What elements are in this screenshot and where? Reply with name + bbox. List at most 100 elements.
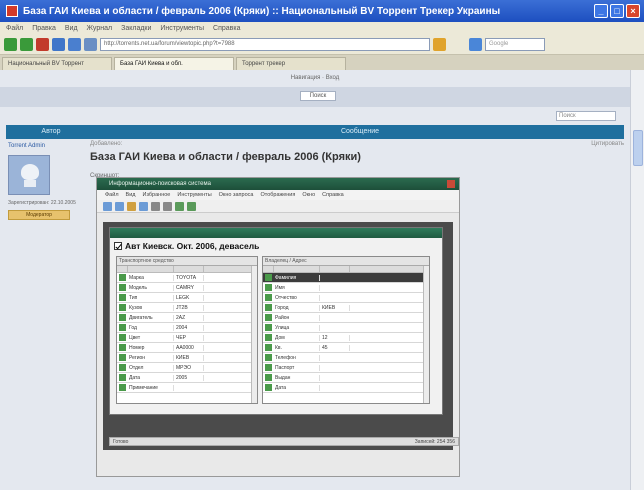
app-status-bar: Готово Записей: 254 356 bbox=[109, 437, 459, 446]
app-title: Информационно-поисковая система bbox=[109, 181, 211, 187]
row-name: Тип bbox=[128, 294, 174, 301]
browser-title-bar: База ГАИ Киева и области / февраль 2006 … bbox=[0, 0, 644, 22]
row-icon bbox=[119, 314, 126, 321]
app-menu-bar: Файл Вид Избранное Инструменты Окно запроса О… bbox=[97, 190, 459, 200]
row-value: ЧЕР bbox=[174, 334, 204, 341]
minimize-button[interactable]: _ bbox=[594, 4, 608, 18]
checkmark-icon bbox=[114, 242, 122, 250]
close-button[interactable]: × bbox=[626, 4, 640, 18]
embedded-screenshot[interactable]: Информационно-поисковая система Файл Вид И… bbox=[96, 177, 460, 477]
home-icon[interactable] bbox=[68, 38, 81, 51]
forward-arrow-icon[interactable] bbox=[20, 38, 33, 51]
menu-item[interactable]: Журнал bbox=[87, 25, 113, 32]
row-value: JT2B bbox=[174, 304, 204, 311]
app-status-left: Готово bbox=[113, 439, 129, 445]
row-icon bbox=[265, 314, 272, 321]
table-row: Улица bbox=[263, 323, 429, 333]
app-inner-window: Авт Киевск. Окт. 2006, девасель Транспор… bbox=[109, 227, 443, 415]
row-name: Модель bbox=[128, 284, 174, 291]
app-toolbar bbox=[97, 200, 459, 213]
menu-item[interactable]: Файл bbox=[6, 25, 23, 32]
row-name: Имя bbox=[274, 284, 320, 291]
row-name: Выдан bbox=[274, 374, 320, 381]
message-column-header: Сообщение bbox=[340, 128, 380, 135]
maximize-button[interactable]: □ bbox=[610, 4, 624, 18]
page-scrollbar-thumb[interactable] bbox=[633, 130, 643, 166]
row-icon bbox=[265, 354, 272, 361]
table-row: Двигатель 2AZ bbox=[117, 313, 257, 323]
back-arrow-icon[interactable] bbox=[4, 38, 17, 51]
row-icon bbox=[119, 324, 126, 331]
browser-tab[interactable]: Торрент трекер bbox=[236, 57, 346, 70]
row-value: LEGK bbox=[174, 294, 204, 301]
table-row: Город КИЕВ bbox=[263, 303, 429, 313]
row-icon bbox=[265, 274, 272, 281]
author-meta: Зарегистрирован: 22.10.2005 bbox=[8, 200, 76, 206]
browser-tab[interactable]: Национальный BV Торрент bbox=[2, 57, 112, 70]
stop-icon[interactable] bbox=[36, 38, 49, 51]
table-row: Телефон bbox=[263, 353, 429, 363]
forum-post: Torrent Admin Зарегистрирован: 22.10.200… bbox=[0, 139, 630, 484]
app-menu-item: Файл bbox=[105, 192, 119, 198]
window-title: База ГАИ Киева и области / февраль 2006 … bbox=[23, 5, 501, 17]
row-icon bbox=[119, 304, 126, 311]
row-name: Телефон bbox=[274, 354, 320, 361]
table-row: Кв. 45 bbox=[263, 343, 429, 353]
table-row: Год 2004 bbox=[117, 323, 257, 333]
app-workspace: Авт Киевск. Окт. 2006, девасель Транспор… bbox=[103, 222, 459, 450]
bookmark-icon[interactable] bbox=[84, 38, 97, 51]
go-icon[interactable] bbox=[433, 38, 446, 51]
post-author-name[interactable]: Torrent Admin bbox=[8, 143, 78, 149]
menu-item[interactable]: Вид bbox=[65, 25, 78, 32]
row-icon bbox=[265, 324, 272, 331]
page-scrollbar[interactable] bbox=[630, 70, 644, 490]
menu-item[interactable]: Справка bbox=[213, 25, 240, 32]
row-icon bbox=[119, 274, 126, 281]
table-row: Цвет ЧЕР bbox=[117, 333, 257, 343]
post-date-label: Добавлено: bbox=[90, 141, 123, 147]
app-menu-item: Инструменты bbox=[177, 192, 212, 198]
menu-item[interactable]: Правка bbox=[32, 25, 56, 32]
forum-header-button[interactable]: Поиск bbox=[300, 91, 336, 101]
table-row: Отдел МРЭО bbox=[117, 363, 257, 373]
app-title-bar: Информационно-поисковая система bbox=[97, 178, 459, 190]
owner-panel-scrollbar[interactable] bbox=[423, 266, 429, 403]
row-icon bbox=[119, 334, 126, 341]
author-column-header: Автор bbox=[41, 128, 61, 135]
row-name: Паспорт bbox=[274, 364, 320, 371]
row-icon bbox=[265, 374, 272, 381]
browser-tab[interactable]: База ГАИ Киева и обл. bbox=[114, 57, 234, 70]
address-bar[interactable]: http://torrents.net.ua/forum/viewtopic.p… bbox=[100, 38, 430, 51]
app-menu-item: Окно запроса bbox=[218, 192, 254, 198]
row-icon bbox=[265, 294, 272, 301]
post-meta-row: Добавлено: Цитировать bbox=[90, 141, 626, 147]
table-row: Отчество bbox=[263, 293, 429, 303]
app-open-icon bbox=[103, 201, 112, 211]
post-title: База ГАИ Киева и области / февраль 2006 … bbox=[90, 151, 361, 163]
app-menu-item: Окно bbox=[302, 192, 316, 198]
table-row: Дата 2005 bbox=[117, 373, 257, 383]
table-row: Примечание bbox=[117, 383, 257, 393]
row-value: 2004 bbox=[174, 324, 204, 331]
vehicle-panel-header bbox=[117, 266, 257, 273]
quote-link[interactable]: Цитировать bbox=[591, 141, 624, 147]
forum-search-input[interactable]: Поиск bbox=[556, 111, 616, 121]
forum-top-links[interactable]: Навигация · Вход bbox=[0, 73, 630, 83]
row-value: 2005 bbox=[174, 374, 204, 381]
reload-icon[interactable] bbox=[52, 38, 65, 51]
row-name: Район bbox=[274, 314, 320, 321]
browser-tab-bar: Национальный BV Торрент База ГАИ Киева и … bbox=[0, 55, 644, 70]
table-row: Фамилия bbox=[263, 273, 429, 283]
browser-app-icon bbox=[6, 5, 18, 17]
row-icon bbox=[265, 364, 272, 371]
inner-window-title-bar bbox=[110, 228, 442, 238]
menu-item[interactable]: Закладки bbox=[121, 25, 151, 32]
table-row: Регион КИЕВ bbox=[117, 353, 257, 363]
browser-search-input[interactable]: Google bbox=[485, 38, 545, 51]
row-icon bbox=[265, 284, 272, 291]
vehicle-panel-scrollbar[interactable] bbox=[251, 266, 257, 403]
app-export-icon bbox=[187, 201, 196, 211]
row-icon bbox=[265, 334, 272, 341]
search-engine-icon[interactable] bbox=[469, 38, 482, 51]
menu-item[interactable]: Инструменты bbox=[160, 25, 204, 32]
